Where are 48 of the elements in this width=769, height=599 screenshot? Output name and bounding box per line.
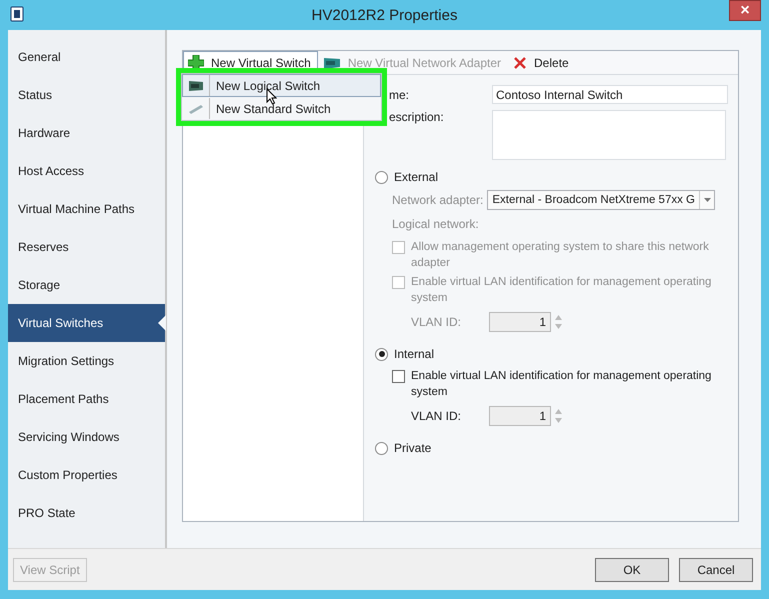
sidebar-item[interactable]: Migration Settings — [8, 342, 165, 380]
field-label: VLAN ID: — [411, 409, 462, 423]
plus-icon — [188, 54, 204, 70]
radio-button[interactable] — [375, 348, 388, 360]
radio-button[interactable] — [375, 170, 388, 184]
menu-item[interactable]: New Logical Switch — [182, 74, 381, 97]
radio-button[interactable] — [375, 442, 388, 454]
sidebar-item[interactable]: Servicing Windows — [8, 418, 165, 456]
sidebar-item[interactable]: Custom Properties — [8, 456, 165, 494]
toolbar-button[interactable]: Delete — [508, 51, 576, 74]
menu-item[interactable]: New Standard Switch — [182, 97, 381, 120]
vlan-id-field[interactable]: 1 — [489, 406, 551, 426]
field-label: Network adapter: — [392, 193, 484, 207]
footer-button[interactable]: OK — [595, 558, 669, 582]
field-label: Logical network: — [392, 217, 479, 231]
checkbox-label: Allow management operating system to share this network adapter — [411, 240, 710, 271]
window-icon — [10, 6, 24, 22]
window-title: HV2012R2 Properties — [312, 6, 458, 24]
name-label: me: — [388, 88, 410, 102]
sidebar-item[interactable]: Virtual Machine Paths — [8, 190, 165, 228]
close-button[interactable]: × — [729, 0, 761, 21]
description-field[interactable] — [492, 110, 726, 160]
checkbox[interactable] — [392, 370, 405, 383]
radio-label: Private — [394, 441, 432, 455]
name-field[interactable]: Contoso Internal Switch — [492, 85, 728, 104]
sidebar-item[interactable]: Status — [8, 76, 165, 114]
radio-label: External — [394, 170, 438, 184]
sidebar-item[interactable]: General — [8, 38, 165, 76]
sidebar-item[interactable]: Storage — [8, 266, 165, 304]
checkbox-label: Enable virtual LAN identification for management operating system — [411, 275, 712, 306]
network-card-icon — [188, 80, 204, 92]
switch-icon — [188, 102, 204, 114]
caret-icon — [704, 198, 710, 202]
field-label: VLAN ID: — [411, 315, 462, 329]
delete-icon — [513, 56, 528, 70]
sidebar-item[interactable]: Virtual Switches — [8, 304, 165, 342]
description-label: escription: — [388, 110, 445, 124]
sidebar-item[interactable]: Host Access — [8, 152, 165, 190]
footer-button[interactable]: Cancel — [679, 558, 753, 582]
sidebar-item[interactable]: PRO State — [8, 494, 165, 532]
network-card-icon — [322, 56, 341, 70]
sidebar-item[interactable]: Reserves — [8, 228, 165, 266]
spinner-arrows-icon — [555, 408, 562, 424]
checkbox-label: Enable virtual LAN identification for management operating system — [411, 369, 712, 400]
spinner-arrows-icon — [555, 314, 562, 330]
sidebar-item[interactable]: Hardware — [8, 114, 165, 152]
radio-label: Internal — [394, 347, 434, 361]
sidebar-item[interactable]: Placement Paths — [8, 380, 165, 418]
